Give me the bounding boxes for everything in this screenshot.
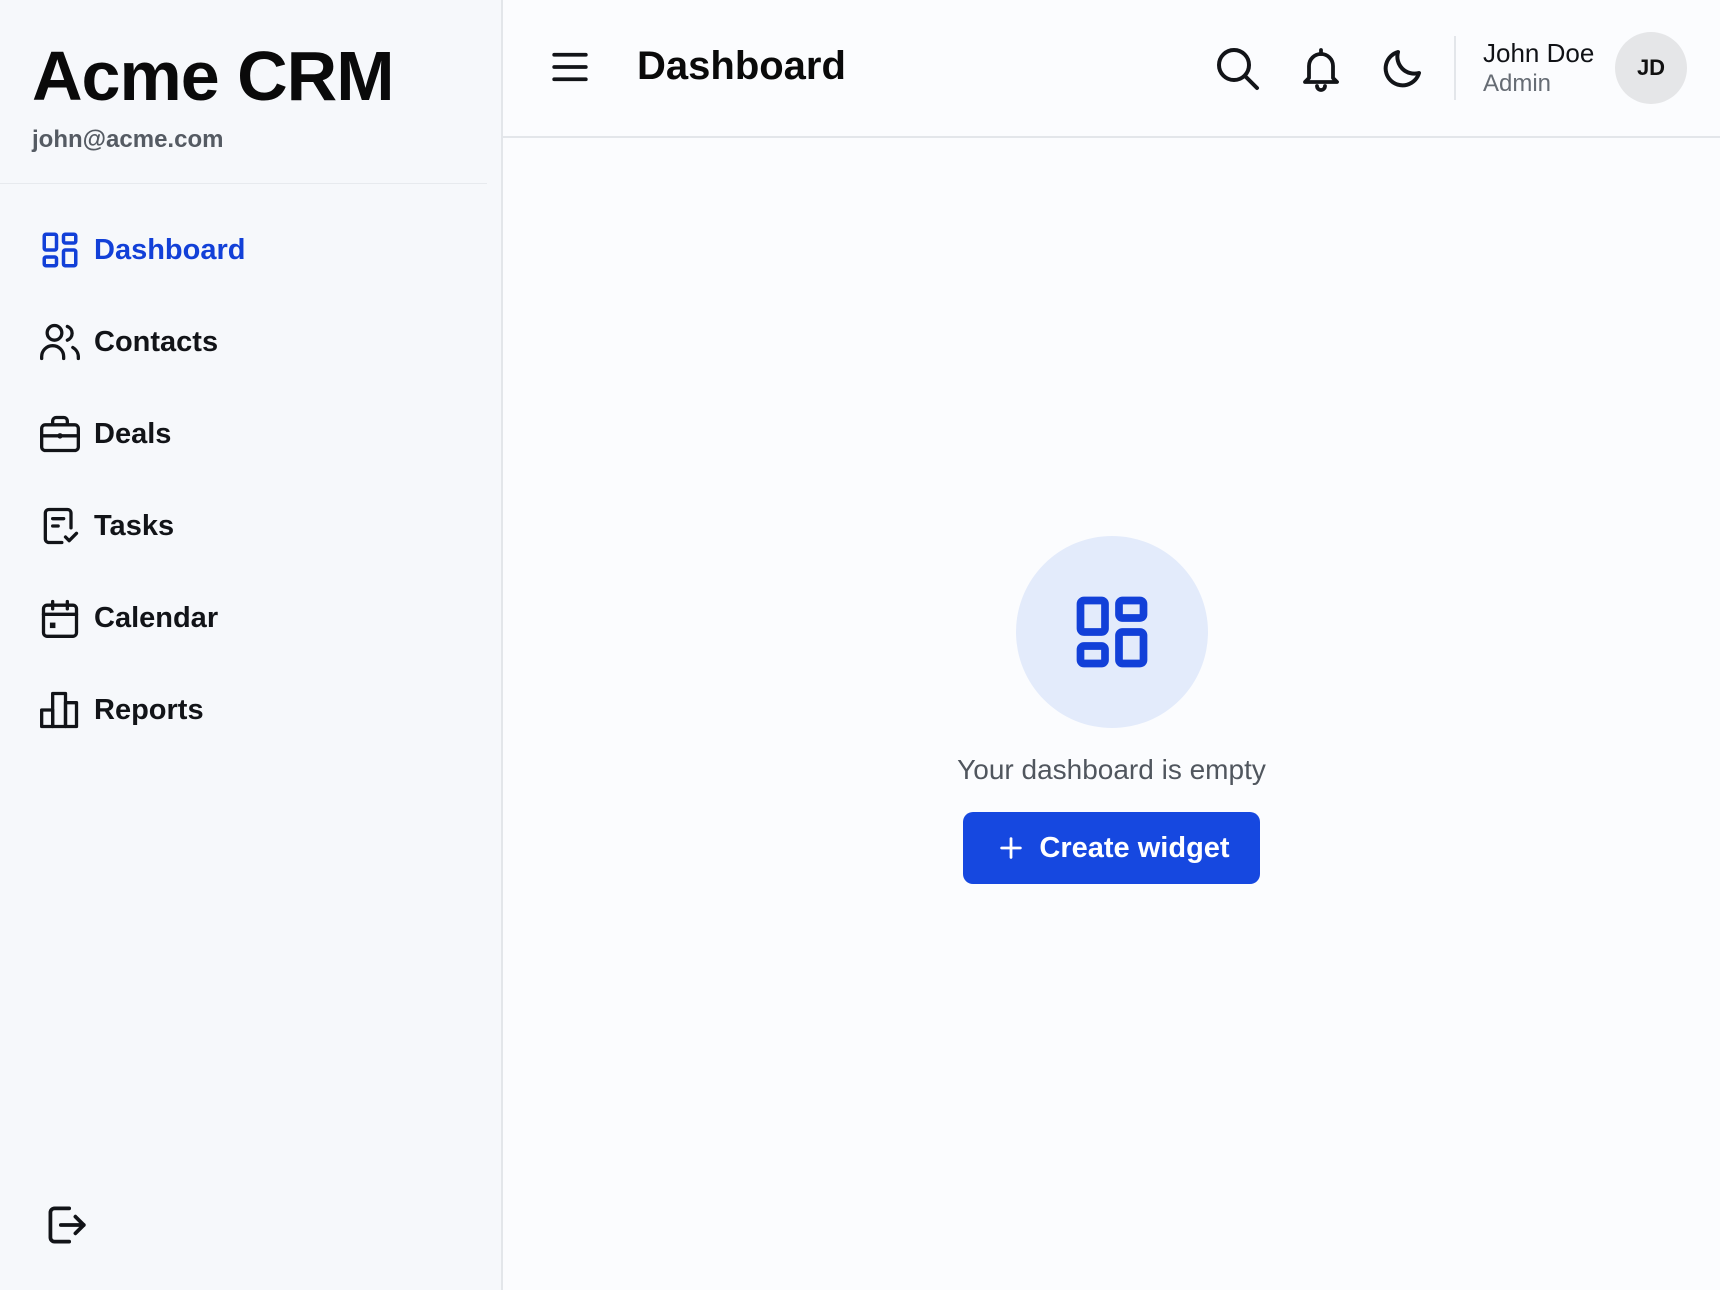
user-role: Admin [1483, 70, 1552, 97]
dashboard-icon [36, 226, 84, 274]
notifications-button[interactable] [1297, 44, 1345, 92]
bell-icon [1303, 48, 1339, 92]
sidebar-item-label: Calendar [94, 601, 219, 634]
bar-chart-icon [36, 686, 84, 734]
moon-icon [1383, 50, 1421, 88]
sidebar-item-deals[interactable]: Deals [0, 388, 501, 480]
calendar-icon [36, 594, 84, 642]
sidebar-nav: Dashboard Contacts Deals Tasks Calendar … [0, 184, 501, 756]
menu-icon [552, 52, 588, 82]
briefcase-icon [36, 410, 84, 458]
sidebar-item-calendar[interactable]: Calendar [0, 572, 501, 664]
header-divider [1454, 36, 1456, 100]
user-email: john@acme.com [32, 126, 224, 153]
logout-button[interactable] [40, 1200, 90, 1250]
create-widget-label: Create widget [1039, 831, 1230, 864]
dashboard-icon [1076, 596, 1147, 668]
sidebar-item-label: Tasks [94, 509, 175, 542]
sidebar-item-label: Reports [94, 693, 204, 726]
sidebar: Acme CRM john@acme.com Dashboard Contact… [0, 0, 503, 1290]
app-root: Acme CRM john@acme.com Dashboard Contact… [0, 0, 1720, 1290]
brand: Acme CRM john@acme.com [0, 0, 487, 184]
app-title: Acme CRM [32, 37, 395, 115]
avatar[interactable]: JD [1615, 32, 1687, 104]
plus-icon [997, 834, 1025, 862]
search-icon [1217, 48, 1259, 90]
page-title: Dashboard [637, 44, 846, 88]
logout-icon [48, 1206, 86, 1244]
menu-button[interactable] [549, 46, 591, 88]
main-content: Dashboard John Doe Admin JD Your dashboa… [503, 0, 1720, 1290]
sidebar-item-reports[interactable]: Reports [0, 664, 501, 756]
empty-state-illustration [1015, 536, 1208, 728]
sidebar-item-label: Contacts [94, 325, 219, 358]
search-button[interactable] [1213, 44, 1261, 92]
sidebar-item-tasks[interactable]: Tasks [0, 480, 501, 572]
empty-state-message: Your dashboard is empty [957, 754, 1266, 785]
users-icon [36, 318, 84, 366]
sidebar-item-label: Deals [94, 417, 172, 450]
sidebar-item-dashboard[interactable]: Dashboard [0, 204, 501, 296]
top-bar: Dashboard John Doe Admin JD [503, 0, 1720, 138]
user-name: John Doe [1483, 38, 1595, 68]
sidebar-item-contacts[interactable]: Contacts [0, 296, 501, 388]
sidebar-item-label: Dashboard [94, 233, 246, 266]
create-widget-button[interactable]: Create widget [963, 812, 1260, 884]
theme-toggle-button[interactable] [1379, 44, 1427, 92]
task-checklist-icon [36, 502, 84, 550]
empty-state: Your dashboard is empty Create widget [503, 536, 1720, 884]
